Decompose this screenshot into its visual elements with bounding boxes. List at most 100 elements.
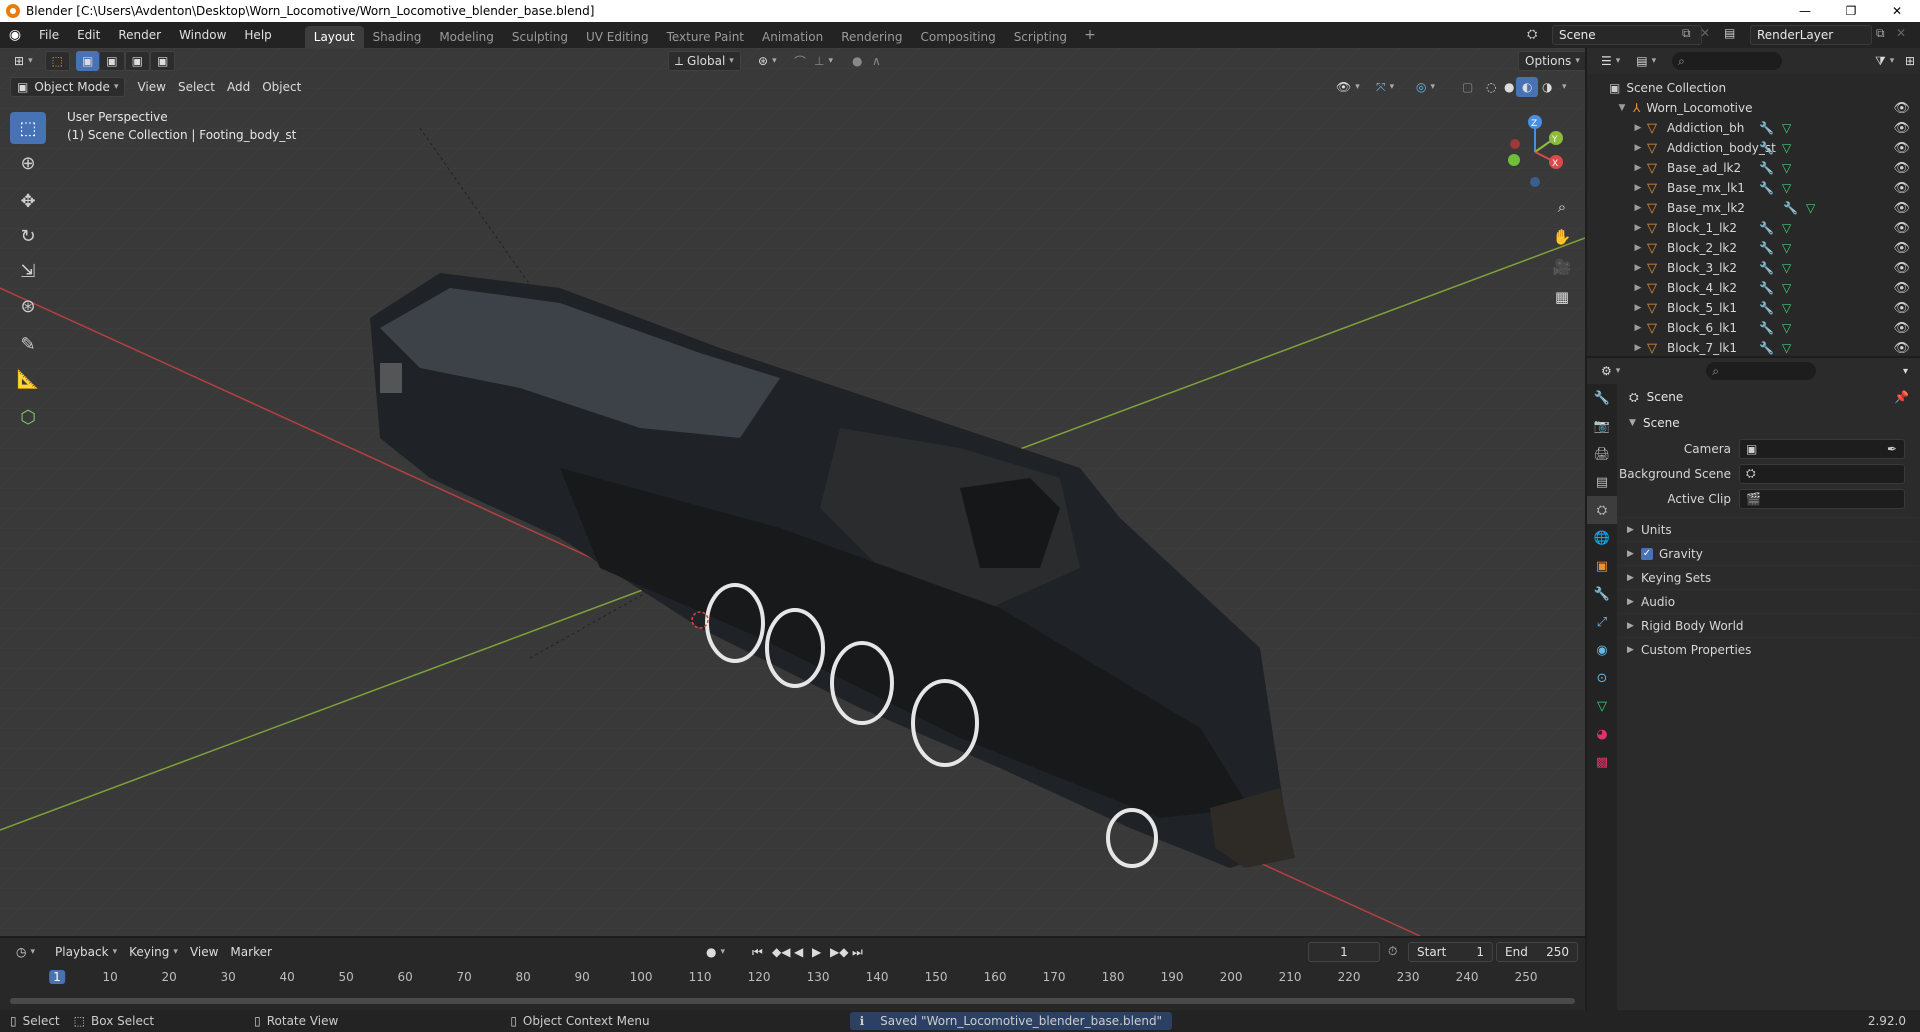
scene-remove-icon[interactable]: ✕ xyxy=(1700,26,1710,40)
outliner-object-row[interactable]: ▶ ▽ Block_3_lk2 🔧 ▽ 👁 xyxy=(1587,258,1920,278)
options-dropdown[interactable]: Options xyxy=(1518,51,1585,71)
mesh-data-icon[interactable]: ▽ xyxy=(1782,241,1791,255)
object-visibility-eye-icon[interactable]: 👁 xyxy=(1893,221,1910,236)
viewport-menu-view[interactable]: View xyxy=(131,77,171,97)
modifier-wrench-icon[interactable]: 🔧 xyxy=(1759,141,1774,155)
outliner-object-row[interactable]: ▶ ▽ Block_5_lk1 🔧 ▽ 👁 xyxy=(1587,298,1920,318)
object-expand-icon[interactable]: ▶ xyxy=(1631,303,1645,313)
modifier-wrench-icon[interactable]: 🔧 xyxy=(1759,241,1774,255)
tab-rendering[interactable]: Rendering xyxy=(832,26,911,48)
object-expand-icon[interactable]: ▶ xyxy=(1631,243,1645,253)
timeline-scrollbar[interactable] xyxy=(10,998,1575,1004)
object-visibility-eye-icon[interactable]: 👁 xyxy=(1893,241,1910,256)
editor-type-button[interactable]: ⊞ xyxy=(8,51,39,71)
transform-tool-icon[interactable]: ⊛ xyxy=(10,290,46,322)
minimize-button[interactable]: — xyxy=(1782,0,1828,22)
visibility-icon[interactable]: 👁 xyxy=(1330,77,1366,97)
viewport-menu-select[interactable]: Select xyxy=(172,77,221,97)
tab-texture-paint[interactable]: Texture Paint xyxy=(658,26,753,48)
object-mode-dropdown[interactable]: ▣ Object Mode xyxy=(10,77,126,97)
tab-sculpting[interactable]: Sculpting xyxy=(503,26,577,48)
mesh-data-icon[interactable]: ▽ xyxy=(1782,281,1791,295)
menu-edit[interactable]: Edit xyxy=(68,22,109,48)
world-tab-icon[interactable]: 🌐 xyxy=(1587,524,1617,552)
modifier-wrench-icon[interactable]: 🔧 xyxy=(1759,341,1774,355)
select-mode-subtract-icon[interactable]: ▣ xyxy=(124,51,150,71)
outliner-filter-icon[interactable]: ⧩ xyxy=(1869,51,1900,71)
tab-modeling[interactable]: Modeling xyxy=(430,26,503,48)
object-visibility-eye-icon[interactable]: 👁 xyxy=(1893,261,1910,276)
modifier-wrench-icon[interactable]: 🔧 xyxy=(1759,161,1774,175)
keying-sets-panel[interactable]: ▶ Keying Sets xyxy=(1619,565,1919,589)
object-visibility-eye-icon[interactable]: 👁 xyxy=(1893,121,1910,136)
tool-select-icon[interactable]: ⬚ xyxy=(44,51,70,71)
tab-scripting[interactable]: Scripting xyxy=(1005,26,1076,48)
cursor-tool-icon[interactable]: ⊕ xyxy=(10,147,46,179)
modifier-wrench-icon[interactable]: 🔧 xyxy=(1759,121,1774,135)
outliner-scene-collection[interactable]: ▣ Scene Collection xyxy=(1587,78,1920,98)
menu-file[interactable]: File xyxy=(30,22,68,48)
mesh-data-icon[interactable]: ▽ xyxy=(1806,201,1815,215)
rigid-body-world-panel[interactable]: ▶ Rigid Body World xyxy=(1619,613,1919,637)
mesh-data-icon[interactable]: ▽ xyxy=(1782,261,1791,275)
start-frame-field[interactable]: Start 1 xyxy=(1408,942,1493,962)
custom-properties-panel[interactable]: ▶ Custom Properties xyxy=(1619,637,1919,661)
menu-render[interactable]: Render xyxy=(109,22,170,48)
properties-options-icon[interactable]: ▾ xyxy=(1897,361,1914,381)
object-expand-icon[interactable]: ▶ xyxy=(1631,323,1645,333)
outliner-object-row[interactable]: ▶ ▽ Block_4_lk2 🔧 ▽ 👁 xyxy=(1587,278,1920,298)
constraints-tab-icon[interactable]: ⊙ xyxy=(1587,664,1617,692)
new-collection-icon[interactable]: ⊞ xyxy=(1899,51,1920,71)
view-layer-copy-icon[interactable]: ⧉ xyxy=(1876,26,1885,41)
properties-search-input[interactable]: ⌕ xyxy=(1706,362,1817,380)
object-visibility-eye-icon[interactable]: 👁 xyxy=(1893,141,1910,156)
shading-options-icon[interactable] xyxy=(1552,77,1573,97)
object-expand-icon[interactable]: ▶ xyxy=(1631,283,1645,293)
add-workspace-button[interactable]: + xyxy=(1076,27,1104,43)
gizmo-toggle-icon[interactable]: ⤧ xyxy=(1370,77,1400,97)
scene-icon[interactable]: ⛭ xyxy=(1527,27,1537,42)
object-visibility-eye-icon[interactable]: 👁 xyxy=(1893,201,1910,216)
pivot-point-icon[interactable]: ⊛ xyxy=(752,51,783,71)
audio-panel[interactable]: ▶ Audio xyxy=(1619,589,1919,613)
timeline-menu-keying[interactable]: Keying xyxy=(123,942,184,962)
select-mode-new-icon[interactable]: ▣ xyxy=(75,51,100,71)
properties-editor-type-icon[interactable]: ⚙ xyxy=(1595,361,1626,381)
saved-report[interactable]: ℹ Saved "Worn_Locomotive_blender_base.bl… xyxy=(849,1012,1173,1030)
select-mode-extend-icon[interactable]: ▣ xyxy=(99,51,125,71)
preview-range-icon[interactable]: ⏱ xyxy=(1388,944,1397,959)
object-visibility-eye-icon[interactable]: 👁 xyxy=(1893,281,1910,296)
object-expand-icon[interactable]: ▶ xyxy=(1631,203,1645,213)
viewport-menu-add[interactable]: Add xyxy=(221,77,256,97)
particles-tab-icon[interactable]: ⤢ xyxy=(1587,608,1617,636)
mesh-data-icon[interactable]: ▽ xyxy=(1782,181,1791,195)
object-expand-icon[interactable]: ▶ xyxy=(1631,223,1645,233)
modifier-wrench-icon[interactable]: 🔧 xyxy=(1783,201,1798,215)
outliner-object-row[interactable]: ▶ ▽ Addiction_bh 🔧 ▽ 👁 xyxy=(1587,118,1920,138)
outliner-object-row[interactable]: ▶ ▽ Base_mx_lk1 🔧 ▽ 👁 xyxy=(1587,178,1920,198)
select-box-tool-icon[interactable]: ⬚ xyxy=(10,112,46,144)
annotate-tool-icon[interactable]: ✎ xyxy=(10,328,46,360)
jump-end-icon[interactable]: ⏭ xyxy=(846,942,869,962)
physics-tab-icon[interactable]: ◉ xyxy=(1587,636,1617,664)
scene-copy-icon[interactable]: ⧉ xyxy=(1682,26,1691,41)
mesh-data-icon[interactable]: ▽ xyxy=(1782,121,1791,135)
collection-expand-icon[interactable]: ▼ xyxy=(1615,103,1629,113)
mesh-data-icon[interactable]: ▽ xyxy=(1782,221,1791,235)
mesh-data-icon[interactable]: ▽ xyxy=(1782,141,1791,155)
overlay-toggle-icon[interactable]: ◎ xyxy=(1410,77,1441,97)
background-scene-field[interactable]: ⛭ xyxy=(1739,463,1905,484)
modifier-wrench-icon[interactable]: 🔧 xyxy=(1759,261,1774,275)
outliner-object-row[interactable]: ▶ ▽ Base_ad_lk2 🔧 ▽ 👁 xyxy=(1587,158,1920,178)
tool-tab-icon[interactable]: 🔧 xyxy=(1587,384,1617,412)
timeline-menu-playback[interactable]: Playback xyxy=(49,942,123,962)
proportional-falloff-icon[interactable]: ∧ xyxy=(866,51,887,71)
modifier-wrench-icon[interactable]: 🔧 xyxy=(1759,221,1774,235)
tab-animation[interactable]: Animation xyxy=(753,26,832,48)
view-layer-tab-icon[interactable]: ▤ xyxy=(1587,468,1617,496)
current-frame-field[interactable]: 1 xyxy=(1308,942,1380,962)
texture-tab-icon[interactable]: ▩ xyxy=(1587,748,1617,776)
object-expand-icon[interactable]: ▶ xyxy=(1631,263,1645,273)
object-tab-icon[interactable]: ▣ xyxy=(1587,552,1617,580)
object-expand-icon[interactable]: ▶ xyxy=(1631,343,1645,353)
